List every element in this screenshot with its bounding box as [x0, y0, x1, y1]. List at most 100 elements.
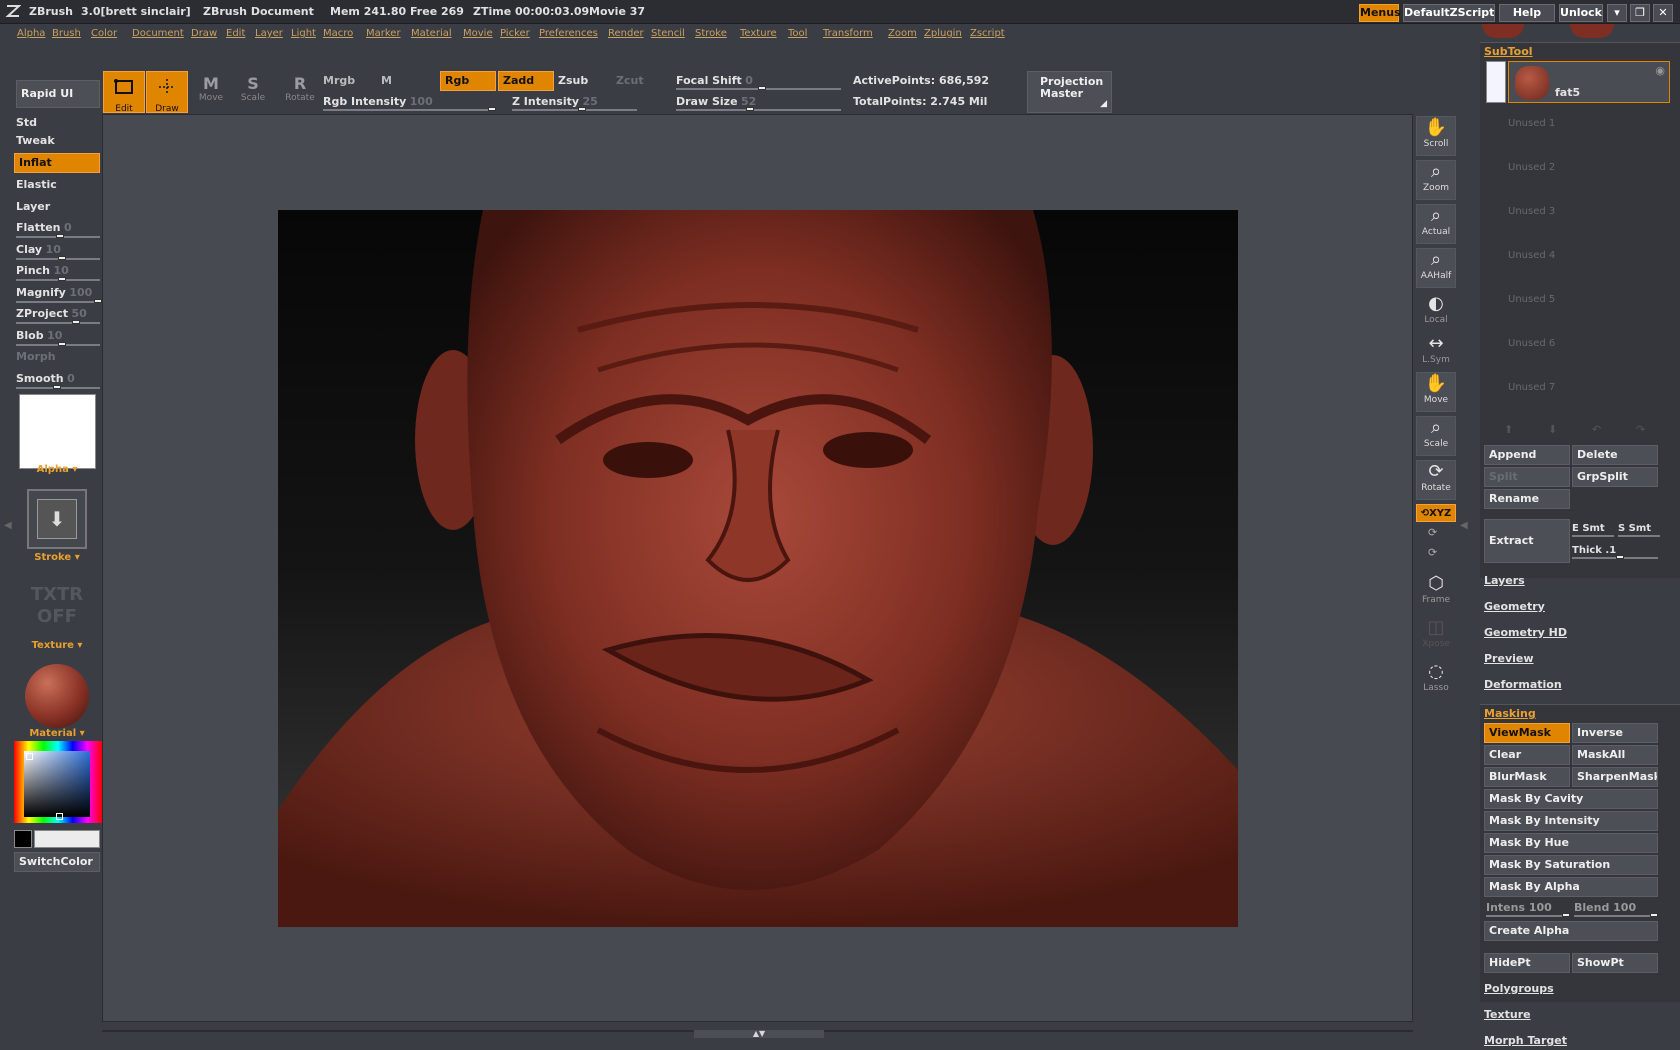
split-button[interactable]: Split	[1484, 467, 1570, 487]
texture-off-thumbnail[interactable]: TXTR OFF	[14, 584, 100, 628]
subtool-slot[interactable]: Unused 2	[1508, 162, 1555, 173]
menu-layer[interactable]: Layer	[255, 28, 283, 39]
right-tray-handle[interactable]: ◀	[1460, 520, 1468, 550]
material-sphere[interactable]	[25, 664, 89, 728]
arrow-down-icon[interactable]: ⬇	[1548, 423, 1557, 436]
projection-master-button[interactable]: Projection Master ◢	[1027, 71, 1112, 113]
rgb-toggle[interactable]: Rgb	[440, 71, 496, 91]
showpt-button[interactable]: ShowPt	[1572, 953, 1658, 973]
default-zscript-button[interactable]: DefaultZScript	[1403, 4, 1495, 22]
menu-zscript[interactable]: Zscript	[970, 28, 1005, 39]
canvas-model-render[interactable]	[278, 210, 1238, 927]
deformation-link[interactable]: Deformation	[1484, 678, 1562, 691]
zadd-toggle[interactable]: Zadd	[498, 71, 554, 91]
delete-button[interactable]: Delete	[1572, 445, 1658, 465]
draw-size-slider[interactable]: Draw Size 52	[676, 95, 841, 111]
move-view-button[interactable]: ✋ Move	[1416, 372, 1456, 412]
subtool-slot[interactable]: Unused 4	[1508, 250, 1555, 261]
menu-light[interactable]: Light	[291, 28, 316, 39]
y-axis-icon[interactable]: ⟳	[1428, 526, 1437, 539]
geometry-link[interactable]: Geometry	[1484, 600, 1545, 613]
material-label[interactable]: Material ▾	[14, 728, 100, 739]
menu-document[interactable]: Document	[132, 28, 184, 39]
mask-by-alpha-button[interactable]: Mask By Alpha	[1484, 877, 1658, 897]
thick-slider[interactable]: Thick .1	[1572, 543, 1658, 559]
slider-knob[interactable]	[758, 86, 766, 90]
subtool-item-active[interactable]: fat5 ◉	[1508, 61, 1670, 103]
mask-by-cavity-button[interactable]: Mask By Cavity	[1484, 789, 1658, 809]
menu-draw[interactable]: Draw	[191, 28, 217, 39]
slider-knob[interactable]	[578, 107, 586, 111]
texture-label[interactable]: Texture ▾	[14, 640, 100, 651]
rename-button[interactable]: Rename	[1484, 489, 1570, 509]
viewmask-button[interactable]: ViewMask	[1484, 723, 1570, 743]
color-cursor[interactable]	[56, 813, 63, 820]
focal-shift-slider[interactable]: Focal Shift 0	[676, 74, 841, 90]
morph-target-link[interactable]: Morph Target	[1484, 1034, 1567, 1047]
maskall-button[interactable]: MaskAll	[1572, 745, 1658, 765]
preview-link[interactable]: Preview	[1484, 652, 1534, 665]
menu-stencil[interactable]: Stencil	[651, 28, 685, 39]
subtool-header[interactable]: SubTool	[1484, 45, 1533, 58]
aahalf-button[interactable]: ⌕ AAHalf	[1416, 248, 1456, 288]
lsym-button[interactable]: ↔ L.Sym	[1416, 332, 1456, 372]
scale-mode-button[interactable]: S Scale	[236, 74, 270, 103]
stroke-thumbnail[interactable]: ⬇	[27, 489, 87, 549]
subtool-slot[interactable]: Unused 3	[1508, 206, 1555, 217]
sharpenmask-button[interactable]: SharpenMask	[1572, 767, 1658, 787]
z-axis-icon[interactable]: ⟳	[1428, 546, 1437, 559]
xyz-toggle[interactable]: ⟲XYZ	[1416, 504, 1456, 522]
arrow-right-icon[interactable]: ↷	[1636, 423, 1645, 436]
primary-color-swatch[interactable]	[34, 830, 100, 848]
blurmask-button[interactable]: BlurMask	[1484, 767, 1570, 787]
move-mode-button[interactable]: M Move	[194, 74, 228, 103]
flatten-slider[interactable]: Flatten 0	[16, 221, 100, 239]
menu-macro[interactable]: Macro	[323, 28, 353, 39]
xpose-button[interactable]: ◫ Xpose	[1416, 616, 1456, 656]
menu-color[interactable]: Color	[91, 28, 117, 39]
restore-icon[interactable]: ❐	[1630, 4, 1650, 22]
z-intensity-slider[interactable]: Z Intensity 25	[512, 95, 637, 111]
pinch-slider[interactable]: Pinch 10	[16, 264, 100, 282]
polygroups-link[interactable]: Polygroups	[1484, 982, 1554, 995]
brush-layer[interactable]: Layer	[16, 200, 50, 213]
extract-button[interactable]: Extract	[1484, 519, 1570, 563]
grpsplit-button[interactable]: GrpSplit	[1572, 467, 1658, 487]
subtool-slot[interactable]: Unused 1	[1508, 118, 1555, 129]
alpha-thumbnail[interactable]	[19, 394, 96, 469]
arrow-up-icon[interactable]: ⬆	[1504, 423, 1513, 436]
intens-slider[interactable]: Intens 100	[1486, 901, 1570, 917]
zcut-toggle[interactable]: Zcut	[616, 74, 644, 87]
layers-link[interactable]: Layers	[1484, 574, 1525, 587]
unlock-button[interactable]: Unlock	[1559, 4, 1603, 22]
mask-by-hue-button[interactable]: Mask By Hue	[1484, 833, 1658, 853]
left-tray-handle[interactable]: ◀	[4, 520, 12, 550]
brush-tweak[interactable]: Tweak	[16, 134, 55, 147]
rgb-intensity-slider[interactable]: Rgb Intensity 100	[323, 95, 496, 111]
subtool-visibility-swatch[interactable]	[1486, 61, 1506, 103]
mask-by-saturation-button[interactable]: Mask By Saturation	[1484, 855, 1658, 875]
hidept-button[interactable]: HidePt	[1484, 953, 1570, 973]
menu-material[interactable]: Material	[411, 28, 452, 39]
help-button[interactable]: Help	[1499, 4, 1555, 22]
rotate-view-button[interactable]: ⟳ Rotate	[1416, 460, 1456, 500]
mrgb-toggle[interactable]: Mrgb	[323, 74, 355, 87]
frame-button[interactable]: ⬡ Frame	[1416, 572, 1456, 612]
masking-header[interactable]: Masking	[1484, 707, 1536, 720]
inverse-button[interactable]: Inverse	[1572, 723, 1658, 743]
slider-knob[interactable]	[746, 107, 754, 111]
brush-elastic[interactable]: Elastic	[16, 178, 57, 191]
menu-texture[interactable]: Texture	[740, 28, 777, 39]
lasso-button[interactable]: ◌ Lasso	[1416, 660, 1456, 700]
rotate-mode-button[interactable]: R Rotate	[281, 74, 319, 103]
create-alpha-button[interactable]: Create Alpha	[1484, 921, 1658, 941]
color-picker[interactable]	[14, 741, 102, 823]
tool-thumbnail-partial[interactable]	[1570, 24, 1614, 38]
scale-view-button[interactable]: ⌕ Scale	[1416, 416, 1456, 456]
color-saturation-box[interactable]	[24, 751, 90, 817]
switchcolor-button[interactable]: SwitchColor	[14, 852, 100, 872]
s-smt-slider[interactable]: S Smt	[1618, 521, 1660, 537]
smooth-slider[interactable]: Smooth 0	[16, 372, 100, 390]
menu-marker[interactable]: Marker	[366, 28, 401, 39]
arrow-left-icon[interactable]: ↶	[1592, 423, 1601, 436]
